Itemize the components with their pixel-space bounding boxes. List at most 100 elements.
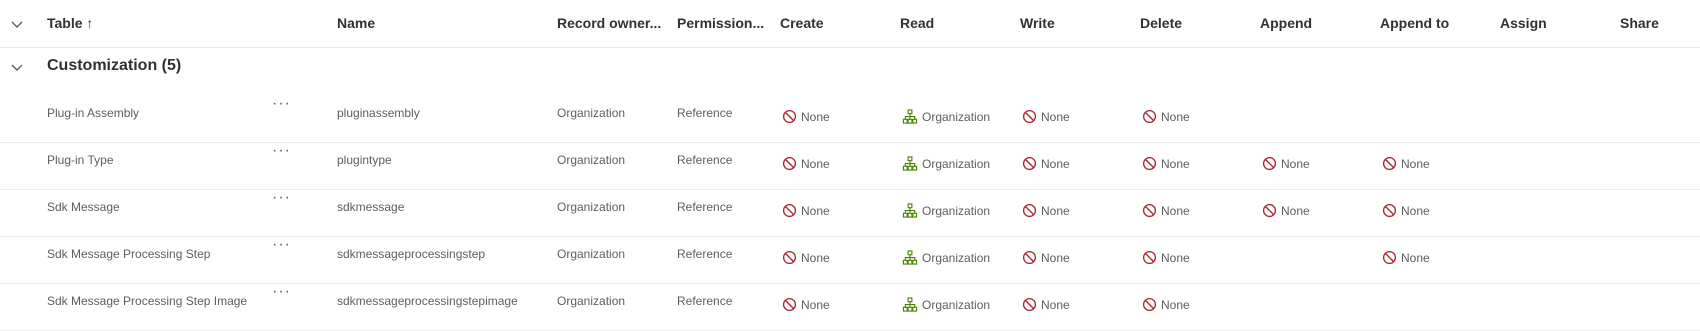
organization-hierarchy-icon: [902, 250, 918, 265]
column-header-create[interactable]: Create: [780, 15, 824, 31]
more-options-button[interactable]: ···: [272, 143, 296, 162]
prohibited-icon: [782, 156, 797, 171]
privilege-level-label: None: [801, 156, 830, 171]
chevron-down-icon[interactable]: [7, 14, 27, 34]
delete-privilege-cell[interactable]: None: [1142, 297, 1190, 312]
table-row[interactable]: Plug-in Type ··· plugintype Organization Ref…: [0, 142, 1700, 190]
record-owner-cell: Organization: [557, 294, 626, 308]
create-privilege-cell[interactable]: None: [782, 156, 830, 171]
prohibited-icon: [782, 203, 797, 218]
write-privilege-cell[interactable]: None: [1022, 203, 1070, 218]
prohibited-icon: [782, 297, 797, 312]
table-name-cell[interactable]: Sdk Message: [47, 200, 120, 214]
group-header[interactable]: [0, 48, 1700, 95]
prohibited-icon: [1382, 156, 1397, 171]
delete-privilege-cell[interactable]: None: [1142, 250, 1190, 265]
more-options-button[interactable]: ···: [272, 96, 296, 115]
logical-name-cell: sdkmessageprocessingstepimage: [337, 294, 518, 308]
create-privilege-cell[interactable]: None: [782, 203, 830, 218]
more-options-button[interactable]: ···: [272, 237, 296, 256]
group-title: Customization (5): [47, 57, 182, 74]
table-name-cell[interactable]: Sdk Message Processing Step: [47, 247, 210, 261]
grid-header: Table ↑ Name Record owner... Permission.…: [0, 0, 1700, 48]
write-privilege-cell[interactable]: None: [1022, 297, 1070, 312]
logical-name-cell: sdkmessage: [337, 200, 405, 214]
column-header-delete[interactable]: Delete: [1140, 15, 1182, 31]
privilege-level-label: None: [1161, 297, 1190, 312]
append-to-privilege-cell[interactable]: None: [1382, 203, 1430, 218]
privilege-level-label: None: [1041, 250, 1070, 265]
column-header-read[interactable]: Read: [900, 15, 934, 31]
read-privilege-cell[interactable]: Organization: [902, 297, 990, 312]
prohibited-icon: [782, 250, 797, 265]
organization-hierarchy-icon: [902, 109, 918, 124]
table-row[interactable]: Plug-in Assembly ··· pluginassembly Organiz…: [0, 95, 1700, 143]
column-header-assign[interactable]: Assign: [1500, 15, 1547, 31]
table-row[interactable]: Sdk Message Processing Step ··· sdkmessage…: [0, 236, 1700, 284]
column-header-append-to[interactable]: Append to: [1380, 15, 1449, 31]
column-header-table[interactable]: Table ↑: [47, 15, 93, 31]
chevron-down-icon[interactable]: [7, 57, 27, 77]
column-header-share[interactable]: Share: [1620, 15, 1659, 31]
read-privilege-cell[interactable]: Organization: [902, 203, 990, 218]
privilege-level-label: None: [1041, 156, 1070, 171]
prohibited-icon: [1262, 203, 1277, 218]
prohibited-icon: [782, 109, 797, 124]
delete-privilege-cell[interactable]: None: [1142, 156, 1190, 171]
read-privilege-cell[interactable]: Organization: [902, 156, 990, 171]
column-header-write[interactable]: Write: [1020, 15, 1055, 31]
prohibited-icon: [1262, 156, 1277, 171]
record-owner-cell: Organization: [557, 106, 626, 120]
permission-type-cell: Reference: [677, 247, 733, 261]
privilege-level-label: None: [1161, 203, 1190, 218]
privilege-level-label: None: [1281, 156, 1310, 171]
column-header-append[interactable]: Append: [1260, 15, 1312, 31]
create-privilege-cell[interactable]: None: [782, 297, 830, 312]
delete-privilege-cell[interactable]: None: [1142, 109, 1190, 124]
write-privilege-cell[interactable]: None: [1022, 250, 1070, 265]
append-to-privilege-cell[interactable]: None: [1382, 156, 1430, 171]
write-privilege-cell[interactable]: None: [1022, 109, 1070, 124]
delete-privilege-cell[interactable]: None: [1142, 203, 1190, 218]
logical-name-cell: pluginassembly: [337, 106, 420, 120]
privilege-level-label: None: [1161, 156, 1190, 171]
privilege-level-label: None: [1041, 109, 1070, 124]
append-to-privilege-cell[interactable]: None: [1382, 250, 1430, 265]
permissions-grid: Table ↑ Name Record owner... Permission.…: [0, 0, 1700, 331]
create-privilege-cell[interactable]: None: [782, 250, 830, 265]
append-privilege-cell[interactable]: None: [1262, 203, 1310, 218]
privilege-level-label: None: [1281, 203, 1310, 218]
logical-name-cell: sdkmessageprocessingstep: [337, 247, 486, 261]
privilege-level-label: Organization: [922, 109, 991, 124]
privilege-level-label: None: [1041, 203, 1070, 218]
privilege-level-label: None: [801, 203, 830, 218]
permission-type-cell: Reference: [677, 200, 733, 214]
organization-hierarchy-icon: [902, 297, 918, 312]
table-name-cell[interactable]: Plug-in Assembly: [47, 106, 139, 120]
column-header-record-owner[interactable]: Record owner...: [557, 15, 661, 31]
read-privilege-cell[interactable]: Organization: [902, 250, 990, 265]
organization-hierarchy-icon: [902, 203, 918, 218]
record-owner-cell: Organization: [557, 153, 626, 167]
prohibited-icon: [1142, 109, 1157, 124]
permission-type-cell: Reference: [677, 153, 733, 167]
privilege-level-label: None: [801, 250, 830, 265]
write-privilege-cell[interactable]: None: [1022, 156, 1070, 171]
table-name-cell[interactable]: Plug-in Type: [47, 153, 114, 167]
privilege-level-label: Organization: [922, 250, 991, 265]
column-header-name[interactable]: Name: [337, 15, 375, 31]
privilege-level-label: None: [1401, 250, 1430, 265]
table-row[interactable]: Sdk Message ··· sdkmessage Organization Refe…: [0, 189, 1700, 237]
create-privilege-cell[interactable]: None: [782, 109, 830, 124]
column-header-permission[interactable]: Permission...: [677, 15, 764, 31]
privilege-level-label: None: [801, 109, 830, 124]
more-options-button[interactable]: ···: [272, 284, 296, 303]
table-row[interactable]: Sdk Message Processing Step Image ··· sdkm…: [0, 283, 1700, 331]
privilege-level-label: None: [1161, 109, 1190, 124]
read-privilege-cell[interactable]: Organization: [902, 109, 990, 124]
more-options-button[interactable]: ···: [272, 190, 296, 209]
table-name-cell[interactable]: Sdk Message Processing Step Image: [47, 294, 247, 308]
prohibited-icon: [1022, 203, 1037, 218]
append-privilege-cell[interactable]: None: [1262, 156, 1310, 171]
prohibited-icon: [1022, 109, 1037, 124]
